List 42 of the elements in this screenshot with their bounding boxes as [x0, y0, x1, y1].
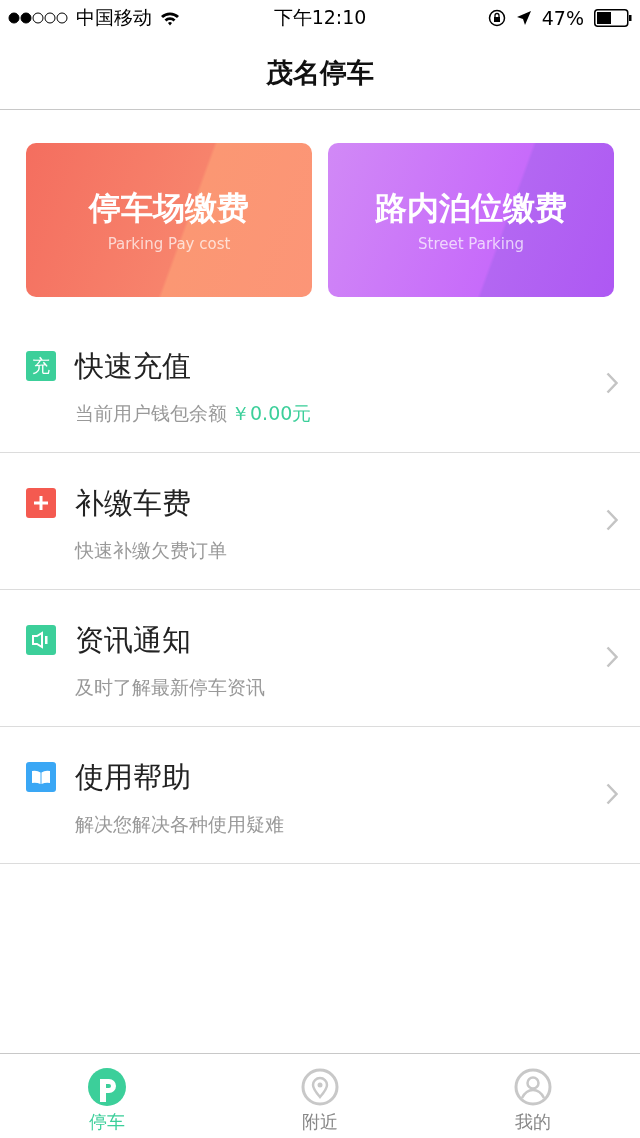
menu-subtitle: 当前用户钱包余额 [75, 401, 227, 426]
location-pin-icon [301, 1068, 339, 1106]
battery-icon [594, 9, 632, 27]
carrier-name: 中国移动 [76, 5, 152, 30]
profile-icon [514, 1068, 553, 1106]
page-title: 茂名停车 [266, 55, 374, 90]
card-title: 路内泊位缴费 [375, 188, 567, 229]
speaker-icon [26, 625, 56, 655]
balance-amount: ￥0.00元 [231, 401, 312, 426]
menu-title: 资讯通知 [75, 622, 192, 659]
menu-row[interactable]: 补缴车费 快速补缴欠费订单 [0, 453, 640, 590]
menu-title: 使用帮助 [75, 759, 192, 796]
menu-subtitle: 快速补缴欠费订单 [75, 538, 228, 563]
payment-card[interactable]: 路内泊位缴费 Street Parking [328, 143, 614, 297]
tab-bar-item[interactable]: 附近 [213, 1054, 427, 1138]
menu-title: 快速充值 [75, 348, 192, 385]
payment-card[interactable]: 停车场缴费 Parking Pay cost [26, 143, 312, 297]
tab-bar-item[interactable]: 停车 [0, 1054, 214, 1138]
card-subtitle: Street Parking [418, 235, 524, 253]
card-subtitle: Parking Pay cost [107, 235, 231, 253]
chevron-icon [606, 783, 618, 805]
location-arrow-icon [515, 10, 532, 26]
tab-bar-item[interactable]: 我的 [426, 1054, 640, 1138]
chevron-icon [606, 372, 618, 394]
plus-icon [26, 488, 56, 518]
recharge-icon: 充 [26, 351, 56, 381]
card-title: 停车场缴费 [89, 188, 249, 229]
menu-row[interactable]: 使用帮助 解决您解决各种使用疑难 [0, 727, 640, 864]
chevron-icon [606, 509, 618, 531]
battery-percent: 47% [541, 7, 584, 29]
menu-row[interactable]: 充 快速充值 当前用户钱包余额 ￥0.00元 [0, 316, 640, 453]
signal-icon [8, 12, 68, 24]
rotation-lock-icon [487, 9, 506, 27]
status-time: 下午12:10 [273, 5, 367, 30]
wifi-icon [160, 10, 180, 26]
menu-subtitle: 及时了解最新停车资讯 [75, 675, 266, 700]
menu-title: 补缴车费 [75, 485, 192, 522]
menu-row[interactable]: 资讯通知 及时了解最新停车资讯 [0, 590, 640, 727]
chevron-icon [606, 646, 618, 668]
book-icon [26, 762, 56, 792]
menu-subtitle: 解决您解决各种使用疑难 [75, 812, 285, 837]
parking-icon [87, 1068, 126, 1106]
